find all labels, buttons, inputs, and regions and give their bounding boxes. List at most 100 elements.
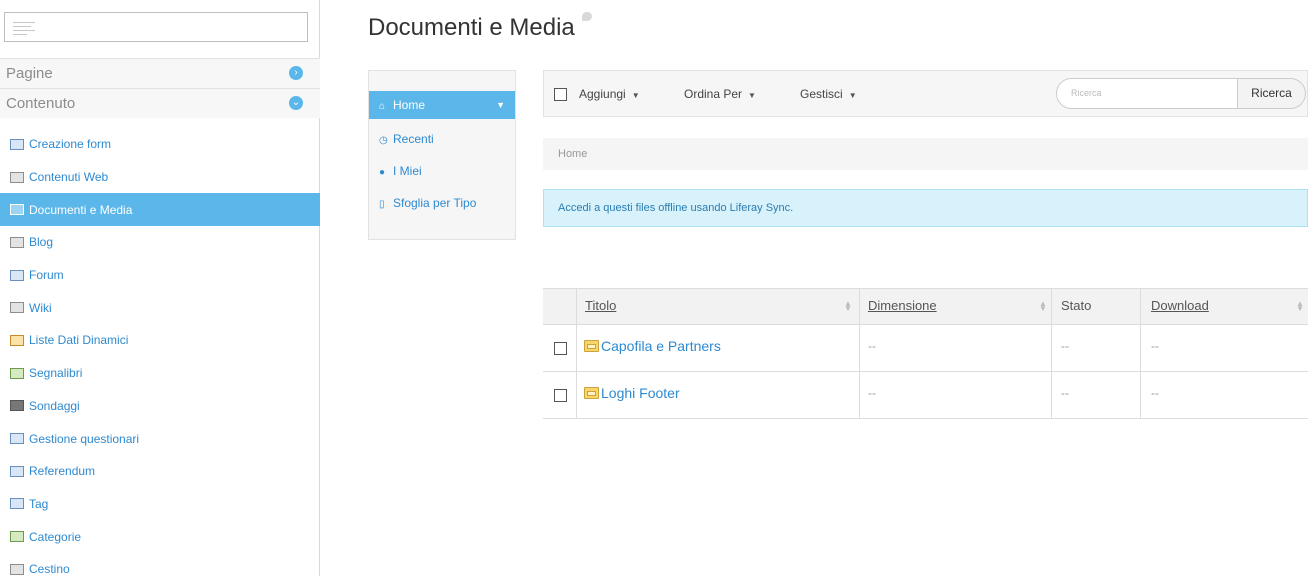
page-title: Documenti e Media [368,14,575,41]
nav-recenti[interactable]: ◷ Recenti [369,125,515,153]
column-separator [576,372,577,418]
breadcrumb-home[interactable]: Home [558,148,587,160]
cell-download: -- [1151,339,1159,353]
sidebar-item-creazione-form[interactable]: Creazione form [0,128,320,161]
tag-icon [10,498,24,510]
sidebar-item-label: Gestione questionari [29,431,140,446]
recycle-bin-icon [10,563,24,575]
nav-recenti-label: Recenti [393,132,434,146]
sort-menu-label: Ordina Per [684,87,743,101]
sidebar-item-referendum[interactable]: Referendum [0,455,320,488]
column-separator [859,372,860,418]
nav-i-miei[interactable]: ● I Miei [369,157,515,185]
sidebar-item-label: Sondaggi [29,398,80,413]
sidebar-item-label: Cestino [29,562,70,577]
add-menu[interactable]: Aggiungi ▼ [579,87,640,101]
sidebar-item-categorie[interactable]: Categorie [0,520,320,553]
caret-down-icon: ▼ [848,91,857,100]
cell-size: -- [868,386,876,400]
column-separator [859,289,860,324]
sidebar-item-label: Documenti e Media [29,202,133,217]
panel-pagine-label: Pagine [6,65,53,82]
sidebar-item-label: Creazione form [29,137,112,152]
row-checkbox[interactable] [554,342,567,355]
table-row: Loghi Footer -- -- -- [543,372,1308,419]
add-menu-label: Aggiungi [579,87,626,101]
sidebar-item-wiki[interactable]: Wiki [0,291,320,324]
caret-down-icon: ▼ [748,91,756,100]
sidebar-item-blog[interactable]: Blog [0,226,320,259]
sidebar-item-label: Segnalibri [29,366,83,381]
sidebar-item-forum[interactable]: Forum [0,259,320,292]
documents-media-icon [10,204,24,216]
sidebar-item-documenti-e-media[interactable]: Documenti e Media [0,193,320,227]
select-all-checkbox[interactable] [554,88,567,101]
folder-link[interactable]: Loghi Footer [601,385,680,401]
nav-home-label: Home [393,98,426,112]
breadcrumb: Home [543,138,1308,170]
panel-contenuto[interactable]: Contenuto ⌄ [0,88,320,118]
manage-menu-label: Gestisci [800,87,843,101]
column-separator [1140,372,1141,418]
sidebar-item-liste-dati-dinamici[interactable]: Liste Dati Dinamici [0,324,320,357]
nav-home[interactable]: ⌂ Home ▼ [369,91,515,119]
sidebar-item-contenuti-web[interactable]: Contenuti Web [0,161,320,194]
search-button[interactable]: Ricerca [1238,78,1306,109]
referendum-icon [10,465,24,477]
sidebar-item-label: Wiki [29,300,52,315]
blog-icon [10,236,24,248]
sort-icon: ▲ ▼ [1296,299,1304,313]
sidebar-item-label: Forum [29,268,64,283]
bookmarks-icon [10,367,24,379]
web-content-icon [10,171,24,183]
panel-pagine[interactable]: Pagine › [0,58,320,88]
sidebar: Pagine › Contenuto ⌄ Creazione form Cont… [0,0,320,576]
column-separator [1140,289,1141,324]
home-icon: ⌂ [379,101,386,112]
categories-icon [10,531,24,543]
cell-status: -- [1061,386,1069,400]
folder-icon [584,387,599,399]
sidebar-item-segnalibri[interactable]: Segnalibri [0,357,320,390]
sidebar-item-gestione-questionari[interactable]: Gestione questionari [0,422,320,455]
sidebar-item-label: Categorie [29,529,82,544]
user-icon: ● [379,167,386,178]
manage-menu[interactable]: Gestisci ▼ [800,87,857,101]
toolbar: Aggiungi ▼ Ordina Per ▼ Gestisci ▼ Ricerca … [543,70,1308,117]
folder-link[interactable]: Capofila e Partners [601,338,721,354]
nav-sfoglia-label: Sfoglia per Tipo [393,196,477,210]
column-stato: Stato [1061,298,1092,313]
dynamic-lists-icon [10,334,24,346]
caret-down-icon: ▼ [496,100,505,110]
folder-icon [584,340,599,352]
panel-contenuto-label: Contenuto [6,95,76,112]
cell-status: -- [1061,339,1069,353]
column-dimensione[interactable]: Dimensione [868,298,937,313]
clock-icon: ◷ [379,135,388,146]
sync-alert-text[interactable]: Accedi a questi files offline usando Lif… [558,202,793,214]
sidebar-content-list: Creazione form Contenuti Web Documenti e… [0,128,320,586]
nav-sfoglia-per-tipo[interactable]: ▯ Sfoglia per Tipo [369,189,515,217]
search-lines-icon [13,22,35,38]
cell-size: -- [868,339,876,353]
column-separator [859,325,860,371]
chevron-down-icon: ⌄ [289,96,303,110]
column-separator [576,325,577,371]
nav-i-miei-label: I Miei [393,164,422,178]
chevron-right-icon: › [289,66,303,80]
sidebar-item-sondaggi[interactable]: Sondaggi [0,390,320,423]
sidebar-item-cestino[interactable]: Cestino [0,553,320,586]
sidebar-item-label: Contenuti Web [29,170,109,185]
sidebar-item-label: Liste Dati Dinamici [29,333,129,348]
sort-menu[interactable]: Ordina Per ▼ [684,87,756,101]
form-icon [10,138,24,150]
row-checkbox[interactable] [554,389,567,402]
search-input[interactable]: Ricerca [1056,78,1238,109]
column-titolo[interactable]: Titolo [585,298,616,313]
sidebar-search-input[interactable] [4,12,308,42]
sidebar-item-tag[interactable]: Tag [0,488,320,521]
column-download[interactable]: Download [1151,298,1209,313]
table-row: Capofila e Partners -- -- -- [543,325,1308,372]
caret-down-icon: ▼ [631,91,640,100]
help-icon[interactable] [582,12,592,21]
